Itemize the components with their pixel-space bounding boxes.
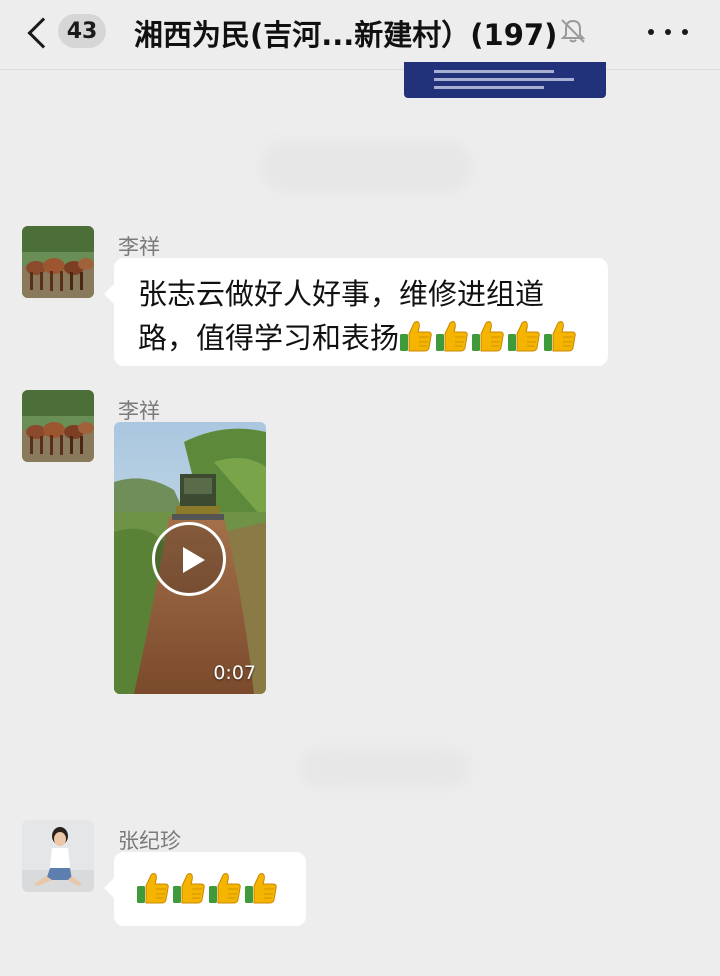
avatar[interactable] <box>22 226 94 298</box>
blurred-system-notice <box>262 142 472 192</box>
thumbs-up-icon <box>399 320 433 352</box>
sender-name: 李祥 <box>118 235 160 259</box>
sender-name: 张纪珍 <box>118 829 181 853</box>
thumbs-up-icon <box>543 320 577 352</box>
chat-header: 43 湘西为民(吉河...新建村）(197) <box>0 0 720 70</box>
person-avatar-image <box>22 820 94 892</box>
video-message[interactable]: 0:07 <box>114 422 266 694</box>
text-message-bubble[interactable]: 张志云做好人好事，维修进组道路，值得学习和表扬 <box>104 258 608 366</box>
thumbs-up-icon <box>208 872 242 904</box>
mute-bell-icon <box>560 19 586 43</box>
thumbs-up-icon <box>435 320 469 352</box>
video-duration: 0:07 <box>213 662 256 684</box>
horses-avatar-image <box>22 226 94 298</box>
horses-avatar-image <box>22 390 94 462</box>
thumbs-up-emoji-row <box>399 321 579 355</box>
more-dots-icon <box>648 29 654 35</box>
emoji-message-bubble[interactable] <box>104 852 306 926</box>
unread-count-badge: 43 <box>58 14 106 48</box>
thumbs-up-icon <box>471 320 505 352</box>
thumbs-up-icon <box>136 872 170 904</box>
avatar[interactable] <box>22 390 94 462</box>
previous-image-message[interactable] <box>404 62 606 98</box>
thumbs-up-icon <box>507 320 541 352</box>
more-options-button[interactable] <box>648 22 688 42</box>
avatar[interactable] <box>22 820 94 892</box>
thumbs-up-icon <box>244 872 278 904</box>
chat-title[interactable]: 湘西为民(吉河...新建村）(197) <box>134 12 557 54</box>
back-chevron-icon <box>27 17 59 49</box>
play-icon[interactable] <box>152 522 226 596</box>
thumbs-up-emoji-row <box>114 852 306 904</box>
thumbs-up-icon <box>172 872 206 904</box>
sender-name: 李祥 <box>118 399 160 423</box>
